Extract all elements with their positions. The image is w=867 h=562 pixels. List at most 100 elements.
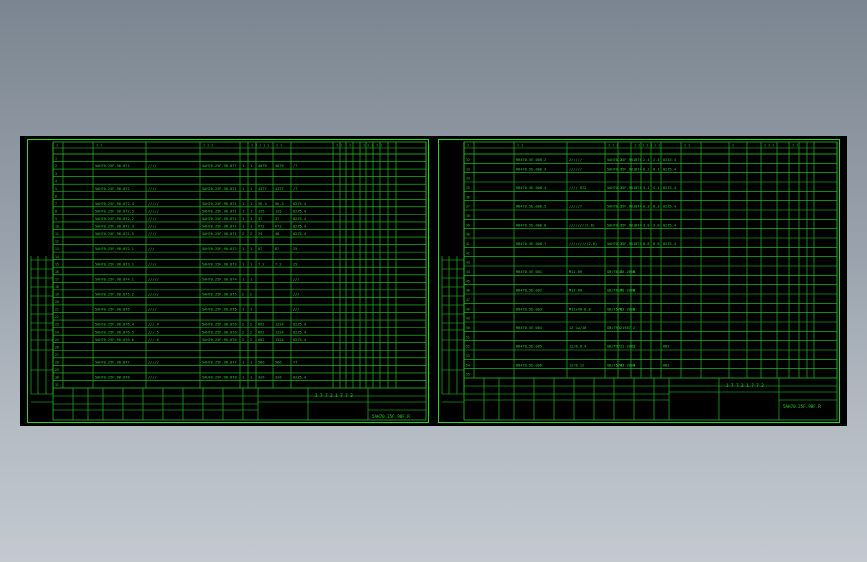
total-weight: 3.8 [653,223,660,227]
part-standard: 5AH70.25F.98.873 [202,262,237,266]
part-name: ///.5 [148,330,159,334]
total-weight: 4870 [275,164,284,168]
unit-weight: 4377 [258,187,267,191]
part-code: 5AH70.25F.98.873.1 [95,262,134,266]
remark: 25 [293,247,297,251]
total-weight: 37 [275,217,279,221]
row-number: 46 [466,289,470,293]
row-number: 40 [466,233,470,237]
row-number: 6 [55,194,57,198]
quantity: 1 [242,308,244,312]
row-number: 3 [55,172,57,176]
quantity-total: 2 [250,323,252,327]
quantity: 1 [620,167,622,171]
remark: /7 [293,187,297,191]
total-weight: 326 [275,376,282,380]
remark: /7 [293,164,297,168]
part-standard: 5AH70.25F.98.874 [607,186,642,190]
quantity-total: 8 [633,270,635,274]
remark: 02Z5.4 [293,338,306,342]
part-code: 5AH70.25F.98.872.4 [95,202,134,206]
part-code: 5AH70.25F.98.877 [95,360,130,364]
row-number: 38 [466,214,470,218]
quantity: 1 [242,277,244,281]
header-label: 7 7 7 [363,144,373,148]
row-number: 37 [466,205,470,209]
row-number: 7 [55,202,57,206]
part-name: ///// [148,360,159,364]
quantity-total: 1 [633,186,635,190]
unit-weight: 566 [258,360,265,364]
quantity: 1 [620,242,622,246]
row-number: 28 [55,360,59,364]
total-weight: 56.3 [275,202,284,206]
total-weight: 125 [275,210,282,214]
header-label: 7 7 7 7 7 [251,144,269,148]
part-name: ///.6 [148,338,159,342]
part-code: HB470.5E.006 [516,363,542,367]
row-number: 34 [466,177,470,181]
part-name: //// [148,187,157,191]
quantity: 1 [242,360,244,364]
part-name: //// [148,376,157,380]
quantity-total: 2 [633,345,635,349]
quantity-total: 1 [250,187,252,191]
quantity: 1 [242,217,244,221]
part-code: HB470.5E.001 [516,270,542,274]
part-code: 5AH70.25F.98.876 [95,308,130,312]
quantity: 2 [242,330,244,334]
quantity: 1 [242,210,244,214]
quantity: 6 [620,289,622,293]
part-standard: 5AH70.25F.98.872 [202,247,237,251]
part-name: ///// [148,210,159,214]
part-standard: 5AH70.25F.98.874 [607,242,642,246]
remark: 02Z5.4 [663,158,676,162]
unit-weight: 662 [258,338,265,342]
remark: 02Z5.4 [663,186,676,190]
remark: 02Z5.4 [663,223,676,227]
header-label: 7 7 [336,144,342,148]
unit-weight: 8.1 [643,167,650,171]
row-number: 36 [466,195,470,199]
quantity-total: 1 [250,202,252,206]
part-code: 5AH70.25F.98.875.2 [95,293,134,297]
quantity: 1 [242,225,244,229]
row-number: 4 [55,179,57,183]
remark: 02Z5.4 [293,323,306,327]
remark: 02Z5.4 [293,210,306,214]
header-label: 7 7 [684,144,690,148]
row-number: 16 [55,270,59,274]
part-standard: 5AH70.25F.98.874 [607,205,642,209]
part-standard: 5AH70.25F.98.874 [607,167,642,171]
cad-viewport[interactable]: 77 77 7 77 7 7 7 77 77 777 7 77 7 1 2 5AH70… [20,136,847,426]
row-number: 23 [55,323,59,327]
part-name: /////7 [569,205,582,209]
header-label: 7 7 [517,144,523,148]
part-name: ///.4 [148,323,159,327]
quantity: 2 [242,293,244,297]
quantity-total: 1 [250,360,252,364]
part-standard: 5AH70.25F.98.874 [607,223,642,227]
row-number: 9 [55,217,57,221]
remark: 02Z5.4 [663,242,676,246]
row-number: 17 [55,277,59,281]
row-number: 55 [466,373,470,377]
quantity-total: 1 [250,247,252,251]
quantity: 1 [620,186,622,190]
quantity-total: 1 [633,158,635,162]
quantity: 1 [242,164,244,168]
quantity-total: 1 [633,223,635,227]
quantity-total: 2 [633,326,635,330]
row-number: 10 [55,225,59,229]
total-weight: 1324 [275,338,284,342]
header-label: 7 [732,144,734,148]
quantity: 2 [242,323,244,327]
remark: 02Z5.4 [293,225,306,229]
quantity-total: 1 [250,225,252,229]
part-name: M12-8H [569,270,582,274]
part-standard: 5AH70.25F.98.874 [202,277,237,281]
part-standard: 5AH70.25F.98.876 [202,323,237,327]
unit-weight: 56.3 [258,202,267,206]
part-code: HB470.5E.004 [516,326,542,330]
remark: 02Z5.4 [293,330,306,334]
